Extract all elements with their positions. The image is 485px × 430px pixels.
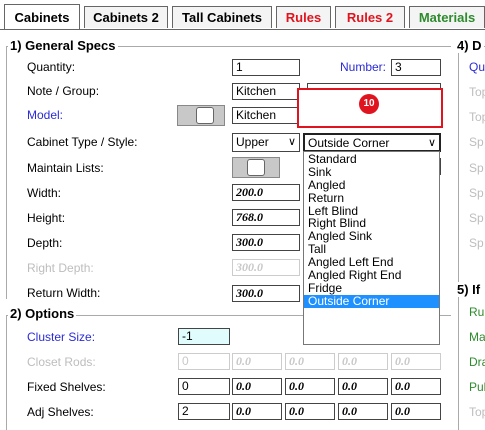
cabinet-type-label: Cabinet Type / Style: — [27, 135, 138, 149]
fixed-shelves-input-3[interactable]: 0.0 — [285, 378, 335, 395]
model-checkbox[interactable] — [196, 107, 214, 124]
right-legend-5: 5) If — [455, 282, 483, 297]
adj-shelves-input-5[interactable]: 0.0 — [391, 403, 441, 420]
right-item-5: Sp — [469, 161, 484, 175]
cabinet-type-value: Upper — [236, 135, 269, 149]
note-group-label: Note / Group: — [27, 84, 100, 98]
chevron-down-icon: ∨ — [427, 137, 436, 149]
fixed-shelves-input-1[interactable]: 0 — [178, 378, 230, 395]
quantity-label: Quantity: — [27, 60, 76, 74]
maintain-lists-swatch[interactable] — [232, 157, 280, 178]
adj-shelves-input-2[interactable]: 0.0 — [232, 403, 282, 420]
dropdown-option-outside-corner[interactable]: Outside Corner — [304, 294, 439, 308]
right-item-2: Top — [469, 85, 485, 99]
model-color-swatch[interactable] — [177, 105, 225, 126]
right-item-1: Qu — [469, 60, 485, 74]
right-legend-4: 4) D — [455, 38, 484, 53]
tab-materials[interactable]: Materials — [409, 6, 485, 28]
fixed-shelves-input-4[interactable]: 0.0 — [338, 378, 388, 395]
note-group-input[interactable]: Kitchen — [232, 83, 300, 100]
model-label[interactable]: Model: — [27, 108, 63, 122]
maintain-lists-label: Maintain Lists: — [27, 161, 104, 175]
closet-rods-input-1: 0 — [178, 353, 230, 370]
closet-rods-input-2: 0.0 — [232, 353, 282, 370]
fixed-shelves-input-2[interactable]: 0.0 — [232, 378, 282, 395]
right-item-4: Sp — [469, 135, 484, 149]
right-depth-label: Right Depth: — [27, 261, 94, 275]
cabinet-style-value: Outside Corner — [308, 136, 390, 150]
height-input[interactable]: 768.0 — [232, 209, 300, 226]
tab-bar: Cabinets Cabinets 2 Tall Cabinets Rules … — [0, 0, 485, 30]
right-depth-input: 300.0 — [232, 259, 300, 276]
right-item-13: Top — [469, 405, 485, 419]
adj-shelves-label: Adj Shelves: — [27, 405, 94, 419]
dropdown-option-standard[interactable]: Standard — [304, 153, 439, 166]
number-label: Number: — [340, 60, 387, 74]
return-width-label: Return Width: — [27, 286, 101, 300]
right-item-12: Pul — [469, 380, 485, 394]
dropdown-option-fridge[interactable]: Fridge — [304, 282, 439, 295]
tab-cabinets[interactable]: Cabinets — [4, 4, 80, 30]
cabinet-style-dropdown-list: Standard Sink Angled Return Left Blind R… — [303, 151, 440, 345]
general-specs-legend: 1) General Specs — [8, 38, 118, 53]
cabinet-style-select[interactable]: Outside Corner ∨ — [303, 133, 441, 152]
tab-cabinets-2[interactable]: Cabinets 2 — [84, 6, 168, 28]
adj-shelves-input-4[interactable]: 0.0 — [338, 403, 388, 420]
depth-input[interactable]: 300.0 — [232, 234, 300, 251]
model-input[interactable]: Kitchen — [232, 107, 300, 124]
return-width-input[interactable]: 300.0 — [232, 285, 300, 302]
height-label: Height: — [27, 211, 66, 225]
tab-rules-2[interactable]: Rules 2 — [335, 6, 405, 28]
right-item-9: Ru — [469, 305, 485, 319]
dropdown-option-return[interactable]: Return — [304, 191, 439, 205]
depth-label: Depth: — [27, 236, 63, 250]
right-item-7: Sp — [469, 211, 484, 225]
right-item-8: Sp — [469, 236, 484, 250]
number-input[interactable]: 3 — [391, 59, 441, 76]
fixed-shelves-label: Fixed Shelves: — [27, 380, 106, 394]
options-legend: 2) Options — [8, 306, 77, 321]
closet-rods-input-3: 0.0 — [285, 353, 335, 370]
cabinet-type-select[interactable]: Upper ∨ — [232, 133, 300, 152]
closet-rods-input-4: 0.0 — [338, 353, 388, 370]
tab-rules[interactable]: Rules — [276, 6, 331, 28]
right-item-3: Top — [469, 110, 485, 124]
fixed-shelves-input-5[interactable]: 0.0 — [391, 378, 441, 395]
adj-shelves-input-3[interactable]: 0.0 — [285, 403, 335, 420]
width-label: Width: — [27, 186, 62, 200]
maintain-lists-checkbox[interactable] — [247, 159, 265, 176]
dropdown-option-angled[interactable]: Angled — [304, 178, 439, 192]
right-item-11: Dra — [469, 355, 485, 369]
adj-shelves-input-1[interactable]: 2 — [178, 403, 230, 420]
chevron-down-icon: ∨ — [287, 136, 296, 148]
tab-divider — [0, 29, 485, 30]
dropdown-option-angled-right-end[interactable]: Angled Right End — [304, 269, 439, 282]
dropdown-option-sink[interactable]: Sink — [304, 165, 439, 179]
quantity-input[interactable]: 1 — [232, 59, 300, 76]
closet-rods-label: Closet Rods: — [27, 355, 96, 369]
annotation-step-badge: 10 — [359, 94, 379, 114]
right-item-6: Sp — [469, 186, 484, 200]
cluster-size-label[interactable]: Cluster Size: — [27, 330, 95, 344]
right-item-10: Ma — [469, 330, 485, 344]
closet-rods-input-5: 0.0 — [391, 353, 441, 370]
cluster-size-input[interactable]: -1 — [178, 328, 230, 345]
width-input[interactable]: 200.0 — [232, 184, 300, 201]
tab-tall-cabinets[interactable]: Tall Cabinets — [172, 6, 272, 28]
